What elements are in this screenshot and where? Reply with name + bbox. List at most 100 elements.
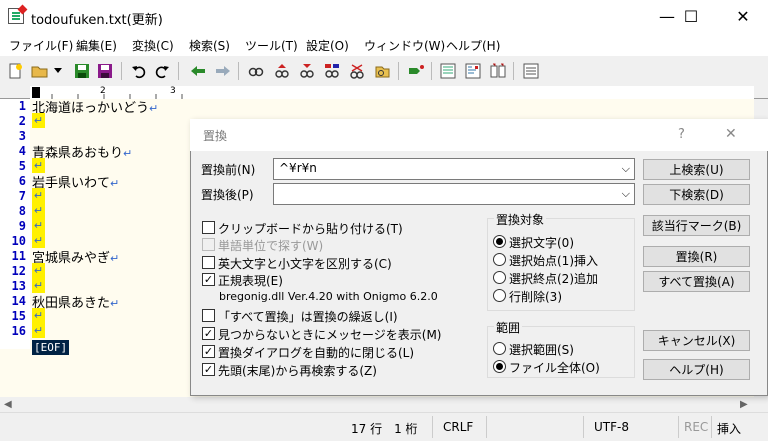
return-mark: ↵ bbox=[32, 158, 45, 173]
radio-selected-dot bbox=[496, 363, 503, 370]
scope-option-label: 選択範囲(S) bbox=[509, 343, 574, 357]
jump-back-icon[interactable] bbox=[188, 61, 208, 81]
target-radio[interactable] bbox=[493, 235, 506, 248]
help-icon[interactable]: ? bbox=[678, 127, 685, 142]
paste-clipboard-checkbox[interactable] bbox=[202, 221, 215, 234]
regex-label: 正規表現(E) bbox=[218, 274, 283, 288]
help-button[interactable]: ヘルプ(H) bbox=[643, 359, 750, 380]
text-line: ↵ bbox=[32, 278, 45, 293]
cancel-button[interactable]: キャンセル(X) bbox=[643, 330, 750, 351]
chevron-down-icon[interactable]: ⌵ bbox=[622, 162, 630, 176]
target-radio[interactable] bbox=[493, 289, 506, 302]
menu-convert[interactable]: 変換(C) bbox=[132, 37, 174, 54]
text-line: ↵ bbox=[32, 323, 45, 338]
show-not-found-checkbox[interactable]: ✓ bbox=[202, 327, 215, 340]
tag-jump-icon[interactable] bbox=[406, 61, 426, 81]
line-number: 14 bbox=[11, 294, 26, 308]
jump-forward-icon[interactable] bbox=[213, 61, 233, 81]
undo-icon[interactable] bbox=[129, 61, 149, 81]
menu-window[interactable]: ウィンドウ(W) bbox=[364, 37, 445, 54]
scroll-left-icon[interactable]: ◀ bbox=[4, 399, 12, 410]
whole-word-checkbox[interactable] bbox=[202, 238, 215, 251]
close-button[interactable]: ✕ bbox=[720, 0, 766, 32]
maximize-button[interactable]: ☐ bbox=[668, 0, 714, 32]
text-line: ↵ bbox=[32, 218, 45, 233]
outline-icon[interactable] bbox=[438, 61, 458, 81]
return-mark: ↵ bbox=[32, 218, 45, 233]
scope-radio[interactable] bbox=[493, 342, 506, 355]
search-down-button[interactable]: 下検索(D) bbox=[643, 184, 750, 205]
toolbar-separator bbox=[513, 62, 514, 80]
return-mark: ↵ bbox=[32, 278, 45, 293]
clear-search-icon[interactable] bbox=[347, 61, 367, 81]
toolbar-separator bbox=[431, 62, 432, 80]
text-line: 北海道ほっかいどう↵ bbox=[32, 97, 158, 116]
settings-icon[interactable] bbox=[521, 61, 541, 81]
line-number: 10 bbox=[11, 234, 26, 248]
wrap-search-label: 先頭(末尾)から再検索する(Z) bbox=[218, 364, 377, 378]
line-number: 9 bbox=[18, 219, 26, 233]
grep-icon[interactable] bbox=[372, 61, 392, 81]
encoding[interactable]: UTF-8 bbox=[594, 420, 629, 434]
wrap-search-checkbox[interactable]: ✓ bbox=[202, 363, 215, 376]
insert-mode[interactable]: 挿入 bbox=[717, 420, 741, 437]
radio-selected-dot bbox=[496, 238, 503, 245]
regex-checkbox[interactable]: ✓ bbox=[202, 273, 215, 286]
menu-file[interactable]: ファイル(F) bbox=[9, 37, 73, 54]
chevron-down-icon[interactable]: ⌵ bbox=[622, 187, 630, 201]
menu-help[interactable]: ヘルプ(H) bbox=[446, 37, 500, 54]
dialog-close-icon[interactable]: ✕ bbox=[725, 126, 737, 142]
redo-icon[interactable] bbox=[152, 61, 172, 81]
line-number: 1 bbox=[18, 99, 26, 113]
ruler-number: 2 bbox=[100, 86, 106, 96]
replace-input[interactable]: ⌵ bbox=[273, 183, 635, 205]
cursor-position: 17 行 1 桁 bbox=[351, 422, 418, 436]
text-line: 宮城県みやぎ↵ bbox=[32, 247, 119, 266]
line-number: 3 bbox=[18, 129, 26, 143]
return-mark: ↵ bbox=[149, 102, 159, 115]
chevron-down-icon[interactable] bbox=[52, 61, 64, 81]
scroll-right-icon[interactable]: ▶ bbox=[740, 399, 748, 410]
target-radio[interactable] bbox=[493, 271, 506, 284]
search-up-button[interactable]: 上検索(U) bbox=[643, 159, 750, 180]
menu-search[interactable]: 検索(S) bbox=[189, 37, 230, 54]
menu-tools[interactable]: ツール(T) bbox=[245, 37, 298, 54]
menu-edit[interactable]: 編集(E) bbox=[76, 37, 117, 54]
search-prev-icon[interactable] bbox=[272, 61, 292, 81]
repeat-replace-all-checkbox[interactable] bbox=[202, 309, 215, 322]
target-radio[interactable] bbox=[493, 253, 506, 266]
toolbar-separator bbox=[121, 62, 122, 80]
auto-close-checkbox[interactable]: ✓ bbox=[202, 345, 215, 358]
return-mark: ↵ bbox=[32, 233, 45, 248]
compare-icon[interactable] bbox=[488, 61, 508, 81]
text-line: ↵ bbox=[32, 308, 45, 323]
search-icon[interactable] bbox=[246, 61, 266, 81]
mark-matches-button[interactable]: 該当行マーク(B) bbox=[643, 215, 750, 236]
horizontal-scrollbar[interactable] bbox=[0, 397, 754, 412]
line-number: 13 bbox=[11, 279, 26, 293]
line-number: 11 bbox=[11, 249, 26, 263]
text-line: ↵ bbox=[32, 113, 45, 128]
paste-clipboard-label: クリップボードから貼り付ける(T) bbox=[218, 222, 403, 236]
close-icon: ✕ bbox=[736, 6, 750, 26]
replace-icon[interactable] bbox=[322, 61, 342, 81]
replace-button[interactable]: 置換(R) bbox=[643, 246, 750, 267]
dialog-title: 置換 bbox=[203, 129, 228, 143]
open-folder-icon[interactable] bbox=[30, 61, 50, 81]
save-all-icon[interactable] bbox=[95, 61, 115, 81]
text-line: ↵ bbox=[32, 233, 45, 248]
save-icon[interactable] bbox=[72, 61, 92, 81]
menu-settings[interactable]: 設定(O) bbox=[306, 37, 349, 54]
find-input[interactable]: ^¥r¥n ⌵ bbox=[273, 158, 635, 180]
whole-word-label: 単語単位で探す(W) bbox=[218, 239, 324, 253]
line-number: 4 bbox=[18, 144, 26, 158]
new-file-icon[interactable] bbox=[5, 61, 25, 81]
search-next-icon[interactable] bbox=[297, 61, 317, 81]
target-option-label: 行削除(3) bbox=[509, 290, 562, 304]
scope-radio[interactable] bbox=[493, 360, 506, 373]
match-case-checkbox[interactable] bbox=[202, 256, 215, 269]
text-line: 秋田県あきた↵ bbox=[32, 292, 119, 311]
replace-all-button[interactable]: すべて置換(A) bbox=[643, 271, 750, 292]
function-list-icon[interactable] bbox=[463, 61, 483, 81]
line-ending[interactable]: CRLF bbox=[443, 420, 473, 434]
